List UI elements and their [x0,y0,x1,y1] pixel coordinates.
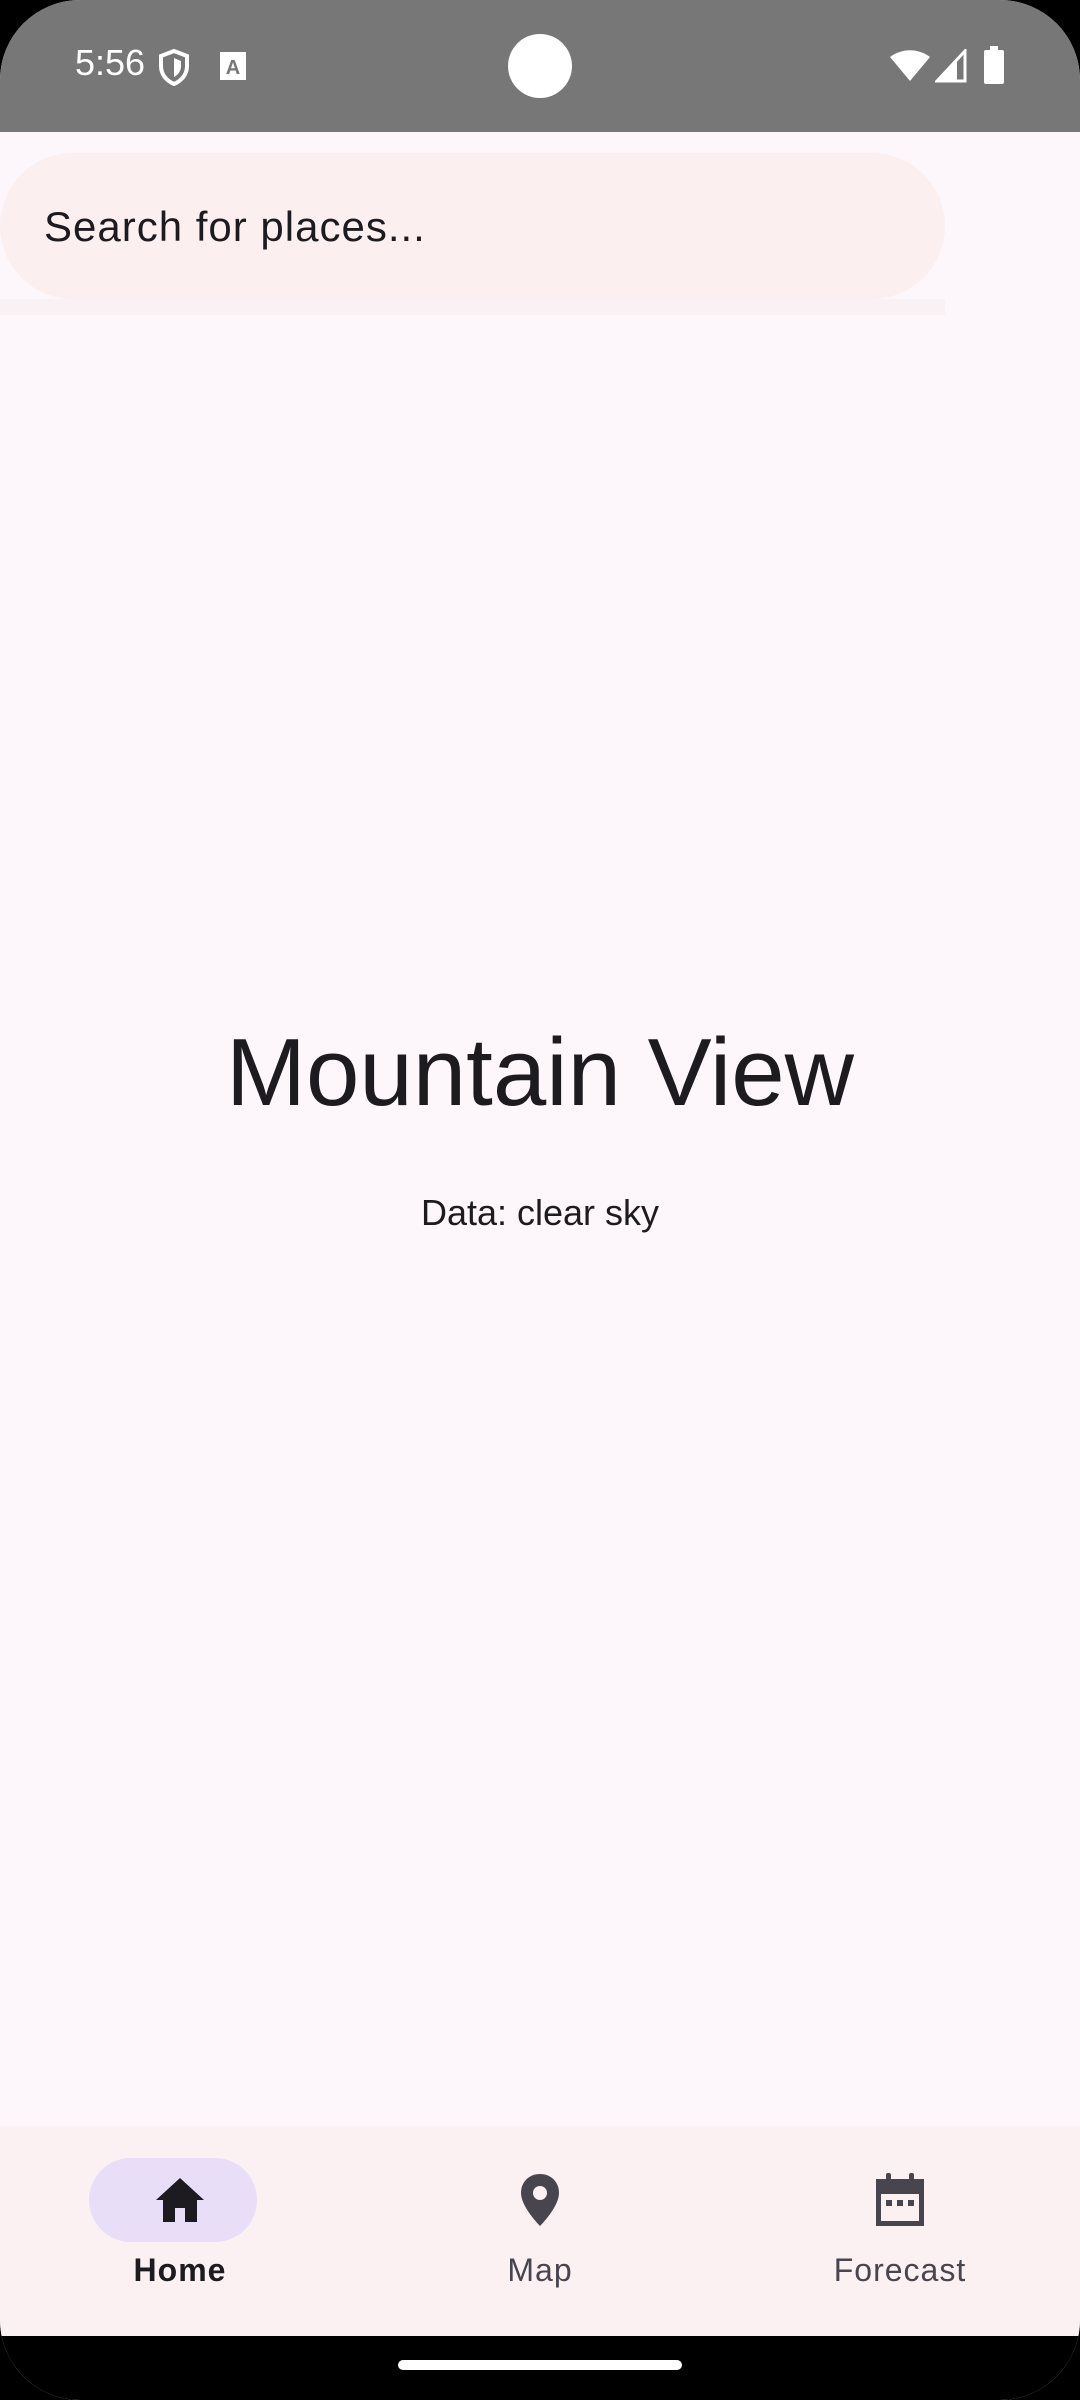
nav-label-home: Home [133,2252,227,2288]
battery-icon [983,46,1005,89]
shield-icon [157,48,191,91]
calendar-icon [870,2170,930,2230]
nav-item-forecast[interactable]: Forecast [720,2126,1080,2336]
search-bar-shadow [0,299,945,315]
app-screen: 5:56 A Mountain View Data: clear sky Hom… [0,0,1080,2400]
nav-item-home[interactable]: Home [0,2126,360,2336]
city-name: Mountain View [226,1019,854,1126]
map-pin-icon [510,2170,570,2230]
status-bar: 5:56 A [0,0,1080,132]
svg-text:A: A [226,57,240,79]
signal-icon [933,47,967,88]
nav-label-map: Map [507,2252,573,2288]
home-icon [150,2170,210,2230]
status-time: 5:56 [75,42,146,83]
wifi-icon [888,49,932,88]
home-gesture-handle[interactable] [398,2360,682,2370]
nav-label-forecast: Forecast [833,2252,967,2288]
search-input[interactable] [42,153,906,301]
bottom-navigation: Home Map Forecast [0,2126,1080,2336]
nav-item-map[interactable]: Map [360,2126,720,2336]
search-bar[interactable] [0,153,945,301]
weather-description: Data: clear sky [420,1192,660,1233]
a-text-icon: A [219,51,247,86]
camera-cutout [508,34,572,98]
